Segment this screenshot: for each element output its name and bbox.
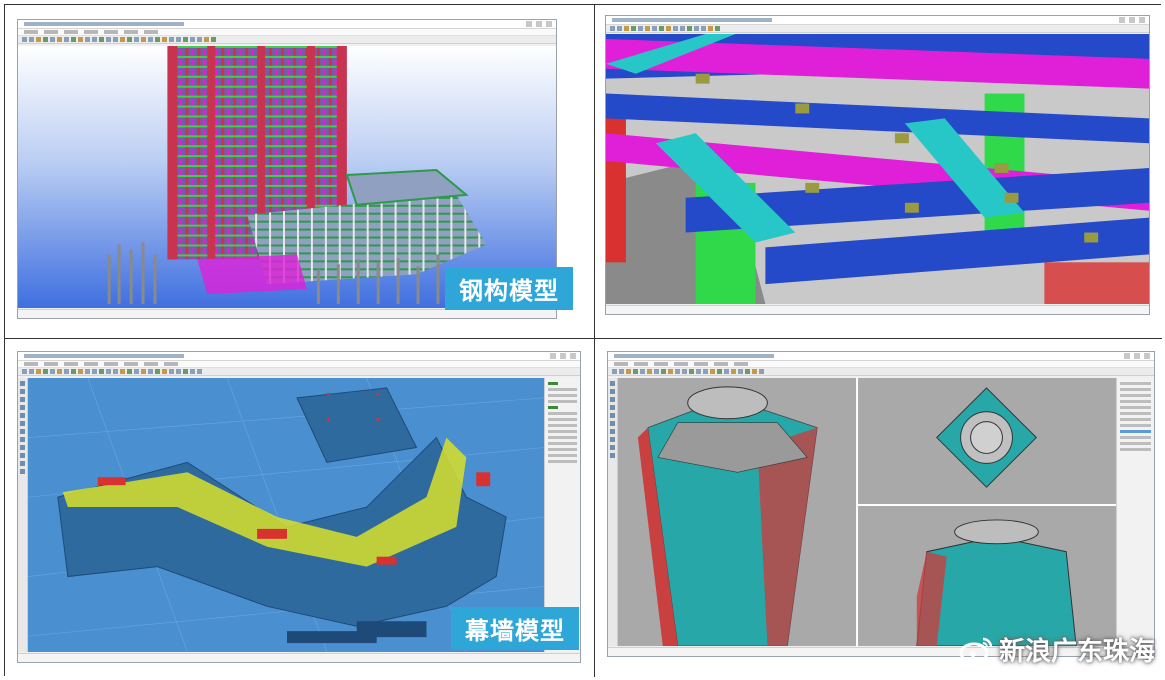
status-bar xyxy=(18,309,556,318)
minimize-icon[interactable] xyxy=(1124,353,1130,359)
toolbar[interactable] xyxy=(608,368,1154,376)
panel-label-steel: 钢构模型 xyxy=(445,267,573,310)
maximize-icon[interactable] xyxy=(1134,353,1140,359)
close-icon[interactable] xyxy=(1139,17,1145,23)
panel-beam-closeup xyxy=(595,5,1162,339)
close-icon[interactable] xyxy=(546,21,552,27)
panel-label-curtain-wall: 幕墙模型 xyxy=(451,607,579,650)
watermark: 新浪广东珠海 xyxy=(959,631,1155,668)
status-bar xyxy=(606,305,1149,314)
toolbar[interactable] xyxy=(606,25,1149,33)
maximize-icon[interactable] xyxy=(536,21,542,27)
minimize-icon[interactable] xyxy=(1119,17,1125,23)
menu-bar[interactable] xyxy=(18,361,580,368)
left-toolbar[interactable] xyxy=(608,378,618,646)
toolbar[interactable] xyxy=(18,368,580,376)
beam-app-window xyxy=(605,15,1150,315)
toolbar[interactable] xyxy=(18,36,556,44)
maximize-icon[interactable] xyxy=(1129,17,1135,23)
tower-viewports[interactable] xyxy=(608,378,1154,646)
maximize-icon[interactable] xyxy=(560,353,566,359)
layers-panel[interactable] xyxy=(1116,378,1154,646)
menu-bar[interactable] xyxy=(608,361,1154,368)
weibo-eye-icon xyxy=(959,637,993,663)
status-bar xyxy=(18,653,580,662)
beam-3d-viewport[interactable] xyxy=(606,34,1149,304)
figure-grid: 钢构模型 幕墙模型 xyxy=(4,4,1162,677)
title-bar xyxy=(608,352,1154,361)
panel-steel-model: 钢构模型 xyxy=(5,5,595,339)
menu-bar[interactable] xyxy=(18,29,556,36)
left-toolbar[interactable] xyxy=(18,378,28,652)
minimize-icon[interactable] xyxy=(550,353,556,359)
minimize-icon[interactable] xyxy=(526,21,532,27)
title-bar xyxy=(18,352,580,361)
watermark-text: 新浪广东珠海 xyxy=(998,637,1155,667)
tower-app-window xyxy=(607,351,1155,657)
title-bar xyxy=(606,16,1149,25)
title-bar xyxy=(18,20,556,29)
close-icon[interactable] xyxy=(570,353,576,359)
panel-curtain-wall-model: 幕墙模型 xyxy=(5,339,595,677)
panel-tower-model xyxy=(595,339,1162,677)
close-icon[interactable] xyxy=(1144,353,1150,359)
